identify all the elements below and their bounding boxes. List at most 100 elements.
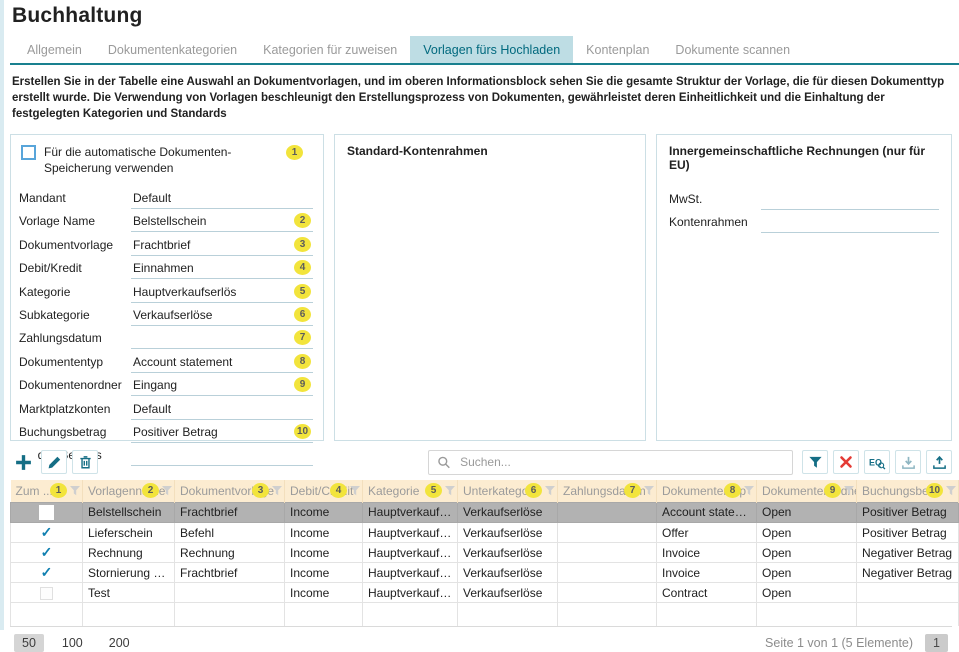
cell-buchungsbetrag[interactable] (857, 583, 959, 603)
dokumentenordner-input[interactable]: Eingang9 (131, 377, 313, 396)
cell-dokumentvorlage[interactable]: Frachtbrief (175, 502, 285, 522)
page-size-200[interactable]: 200 (101, 634, 138, 652)
cell-dokumentenordner[interactable]: Open (757, 502, 857, 522)
cell-dokumentenordner[interactable]: Open (757, 523, 857, 543)
cell-dokumentvorlage[interactable]: Befehl (175, 523, 285, 543)
auto-save-checkbox[interactable] (21, 145, 36, 160)
cell-zahlungsdatum[interactable] (558, 523, 657, 543)
col-header-vorlagenname[interactable]: Vorlagenname2 (83, 480, 175, 502)
import-button[interactable] (895, 450, 921, 474)
cell-debit-credit[interactable]: Income (285, 523, 363, 543)
row-checkbox-cell[interactable] (11, 502, 83, 522)
column-filter-icon[interactable] (445, 486, 455, 496)
marktplatzkonten-input[interactable]: Default (131, 402, 313, 420)
export-button[interactable] (926, 450, 952, 474)
col-header-zahlungsdatum[interactable]: Zahlungsdatum7 (558, 480, 657, 502)
col-header-debit-credit[interactable]: Debit/Credit4 (285, 480, 363, 502)
cell-unterkategorie[interactable]: Verkaufserlöse (458, 523, 558, 543)
cell-dokumentenordner[interactable]: Open (757, 543, 857, 563)
table-row[interactable]: ✓ Lieferschein Befehl Income Hauptverkau… (11, 523, 959, 543)
cell-unterkategorie[interactable]: Verkaufserlöse (458, 563, 558, 583)
row-checkbox-cell[interactable] (11, 583, 83, 603)
cell-vorlagenname[interactable]: Stornierung eine... (83, 563, 175, 583)
table-row[interactable]: ✓ Stornierung eine... Frachtbrief Income… (11, 563, 959, 583)
cell-dokumententyp[interactable]: Invoice (657, 563, 757, 583)
cell-zahlungsdatum[interactable] (558, 502, 657, 522)
column-filter-icon[interactable] (162, 486, 172, 496)
cell-zahlungsdatum[interactable] (558, 563, 657, 583)
column-filter-icon[interactable] (545, 486, 555, 496)
kontenrahmen-input[interactable] (761, 215, 939, 233)
debit-kredit-input[interactable]: Einnahmen4 (131, 260, 313, 279)
column-filter-icon[interactable] (744, 486, 754, 496)
cell-debit-credit[interactable]: Income (285, 563, 363, 583)
cell-zahlungsdatum[interactable] (558, 583, 657, 603)
cell-kategorie[interactable]: Hauptverkaufserl... (363, 583, 458, 603)
cell-unterkategorie[interactable]: Verkaufserlöse (458, 502, 558, 522)
tab-dokumente-scannen[interactable]: Dokumente scannen (662, 36, 803, 63)
table-row[interactable]: Belstellschein Frachtbrief Income Hauptv… (11, 502, 959, 522)
tab-vorlagen-fuers-hochladen[interactable]: Vorlagen fürs Hochladen (410, 36, 573, 63)
cell-buchungsbetrag[interactable]: Positiver Betrag (857, 502, 959, 522)
cell-dokumententyp[interactable]: Contract (657, 583, 757, 603)
column-filter-icon[interactable] (70, 486, 80, 496)
row-checkbox-cell[interactable]: ✓ (11, 523, 83, 543)
mwst-input[interactable] (761, 192, 939, 210)
cell-dokumentenordner[interactable]: Open (757, 583, 857, 603)
cell-kategorie[interactable]: Hauptverkaufserl... (363, 523, 458, 543)
subkategorie-input[interactable]: Verkaufserlöse6 (131, 307, 313, 326)
zahlungsdatum-input[interactable]: 7 (131, 330, 313, 349)
table-row[interactable]: ✓ Rechnung Rechnung Income Hauptverkaufs… (11, 543, 959, 563)
cell-dokumentvorlage[interactable] (175, 583, 285, 603)
col-header-kategorie[interactable]: Kategorie5 (363, 480, 458, 502)
row-checkbox-cell[interactable]: ✓ (11, 563, 83, 583)
cell-unterkategorie[interactable]: Verkaufserlöse (458, 583, 558, 603)
cell-dokumentenordner[interactable]: Open (757, 563, 857, 583)
check-icon[interactable]: ✓ (41, 544, 53, 560)
search-box[interactable] (428, 450, 793, 475)
column-filter-icon[interactable] (272, 486, 282, 496)
auto-save-checkbox-row[interactable]: Für die automatische Dokumenten-Speicher… (21, 144, 313, 176)
tab-kontenplan[interactable]: Kontenplan (573, 36, 662, 63)
cell-kategorie[interactable]: Hauptverkaufserl... (363, 502, 458, 522)
cell-dokumentvorlage[interactable]: Frachtbrief (175, 563, 285, 583)
delete-button[interactable] (72, 450, 98, 474)
check-icon[interactable]: ✓ (41, 524, 53, 540)
buchungsbetrag-input[interactable]: Positiver Betrag10 (131, 424, 313, 443)
mandant-input[interactable]: Default (131, 191, 313, 209)
tab-kategorien-fuer-zuweisen[interactable]: Kategorien für zuweisen (250, 36, 410, 63)
cell-unterkategorie[interactable]: Verkaufserlöse (458, 543, 558, 563)
cell-dokumententyp[interactable]: Offer (657, 523, 757, 543)
tab-dokumentenkategorien[interactable]: Dokumentenkategorien (95, 36, 250, 63)
row-checkbox-unchecked[interactable] (40, 587, 53, 600)
cell-debit-credit[interactable]: Income (285, 583, 363, 603)
tab-allgemein[interactable]: Allgemein (14, 36, 95, 63)
page-number-button[interactable]: 1 (925, 634, 948, 652)
cell-zahlungsdatum[interactable] (558, 543, 657, 563)
cell-kategorie[interactable]: Hauptverkaufserl... (363, 563, 458, 583)
search-input[interactable] (458, 454, 784, 470)
cell-buchungsbetrag[interactable]: Positiver Betrag (857, 523, 959, 543)
col-header-unterkategorie[interactable]: Unterkategorie6 (458, 480, 558, 502)
col-header-dokumentenordner[interactable]: Dokumentenordner9 (757, 480, 857, 502)
edit-button[interactable] (41, 450, 67, 474)
cell-vorlagenname[interactable]: Test (83, 583, 175, 603)
filter-builder-button[interactable]: EQ (864, 450, 890, 474)
clear-filter-button[interactable] (833, 450, 859, 474)
column-filter-icon[interactable] (844, 486, 854, 496)
cell-buchungsbetrag[interactable]: Negativer Betrag (857, 543, 959, 563)
filter-button[interactable] (802, 450, 828, 474)
cell-vorlagenname[interactable]: Rechnung (83, 543, 175, 563)
cell-vorlagenname[interactable]: Belstellschein (83, 502, 175, 522)
art-des-betrags-input[interactable] (131, 448, 313, 466)
page-size-50[interactable]: 50 (14, 634, 44, 652)
cell-kategorie[interactable]: Hauptverkaufserl... (363, 543, 458, 563)
cell-dokumententyp[interactable]: Account statement (657, 502, 757, 522)
cell-buchungsbetrag[interactable]: Negativer Betrag (857, 563, 959, 583)
table-row[interactable]: Test Income Hauptverkaufserl... Verkaufs… (11, 583, 959, 603)
row-checkbox-unchecked[interactable] (39, 505, 54, 520)
row-checkbox-cell[interactable]: ✓ (11, 543, 83, 563)
col-header-zum[interactable]: Zum ...1 (11, 480, 83, 502)
kategorie-input[interactable]: Hauptverkaufserlös5 (131, 284, 313, 303)
page-size-100[interactable]: 100 (54, 634, 91, 652)
